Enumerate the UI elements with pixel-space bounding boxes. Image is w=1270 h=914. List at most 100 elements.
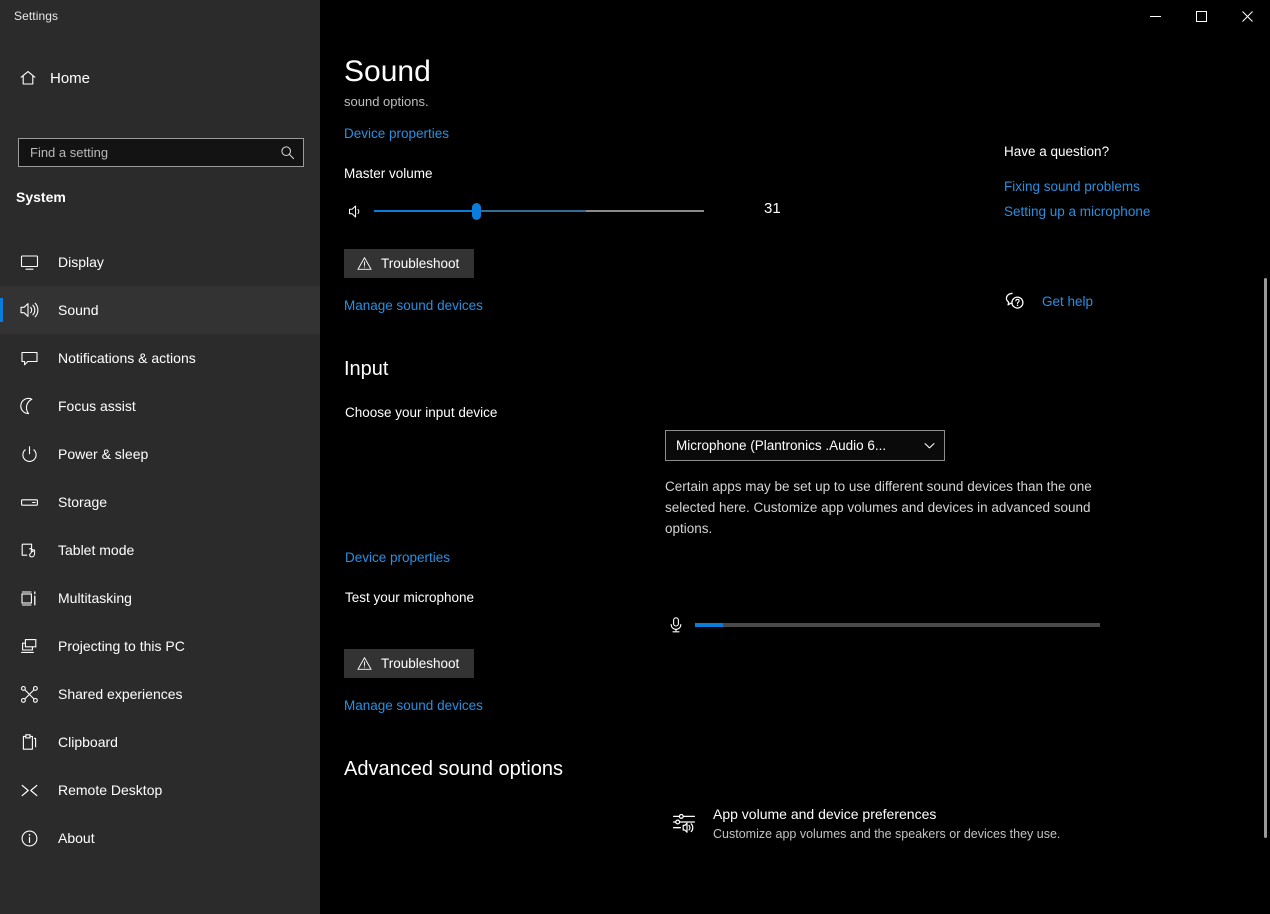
- app-mixer-icon: [669, 807, 699, 837]
- tablet-icon: [16, 538, 42, 562]
- sidebar-item-label: Clipboard: [58, 734, 118, 750]
- main-content: Sound sound options. Device properties M…: [320, 32, 1270, 914]
- sidebar-item-display[interactable]: Display: [0, 238, 320, 286]
- output-troubleshoot-label: Troubleshoot: [381, 256, 460, 271]
- clipboard-icon: [16, 730, 42, 754]
- sidebar-item-home[interactable]: Home: [0, 60, 320, 96]
- app-volume-text-block: App volume and device preferences Custom…: [713, 805, 1060, 843]
- share-icon: [16, 682, 42, 706]
- sidebar-item-label: Storage: [58, 494, 108, 510]
- home-icon: [18, 68, 38, 88]
- slider-thumb[interactable]: [472, 203, 481, 220]
- input-devices-note: Certain apps may be set up to use differ…: [665, 479, 1092, 536]
- scrollbar-thumb[interactable]: [1264, 278, 1267, 838]
- search-input[interactable]: [19, 139, 274, 166]
- minimize-button[interactable]: [1132, 0, 1178, 32]
- speaker-icon[interactable]: [344, 199, 368, 223]
- sidebar-item-label: Notifications & actions: [58, 350, 196, 366]
- sidebar-item-label: Remote Desktop: [58, 782, 163, 798]
- help-link-fixing-sound-problems[interactable]: Fixing sound problems: [1004, 174, 1244, 199]
- notification-icon: [16, 346, 42, 370]
- speaker-icon: [16, 298, 42, 322]
- microphone-level-meter: [695, 623, 1100, 627]
- master-volume-slider[interactable]: [374, 199, 704, 223]
- chevron-down-icon: [914, 431, 944, 460]
- project-icon: [16, 634, 42, 658]
- help-link-setting-up-a-microphone[interactable]: Setting up a microphone: [1004, 199, 1244, 224]
- sidebar-item-label: Focus assist: [58, 398, 136, 414]
- input-troubleshoot-label: Troubleshoot: [381, 656, 460, 671]
- selection-accent-bar: [0, 298, 3, 322]
- sidebar-item-sound[interactable]: Sound: [0, 286, 320, 334]
- page-subtitle: sound options.: [344, 94, 429, 109]
- output-device-properties-link[interactable]: Device properties: [344, 126, 449, 141]
- warning-icon: [356, 656, 372, 672]
- help-panel: Have a question? Fixing sound problems S…: [1004, 144, 1244, 312]
- master-volume-slider-row: 31: [344, 197, 781, 225]
- info-icon: [16, 826, 42, 850]
- master-volume-value: 31: [764, 200, 781, 217]
- app-volume-description: Customize app volumes and the speakers o…: [713, 827, 1061, 841]
- sidebar-item-multitasking[interactable]: Multitasking: [0, 574, 320, 622]
- drive-icon: [16, 490, 42, 514]
- app-title: Settings: [14, 9, 59, 23]
- input-device-select[interactable]: Microphone (Plantronics .Audio 6...: [665, 430, 945, 461]
- sidebar-item-tablet-mode[interactable]: Tablet mode: [0, 526, 320, 574]
- sidebar-item-about[interactable]: About: [0, 814, 320, 862]
- input-device-properties-link[interactable]: Device properties: [345, 550, 450, 565]
- sidebar: Home System Display: [0, 32, 320, 914]
- help-bubble-icon: [1004, 290, 1026, 312]
- sidebar-nav-list: Display Sound Notifications & actions Fo…: [0, 238, 320, 862]
- close-button[interactable]: [1224, 0, 1270, 32]
- master-volume-label: Master volume: [344, 166, 433, 181]
- microphone-level-row: [665, 612, 1100, 638]
- sidebar-item-label: Display: [58, 254, 104, 270]
- sidebar-home-label: Home: [50, 69, 91, 87]
- content-scrollbar[interactable]: [1258, 32, 1270, 914]
- multitasking-icon: [16, 586, 42, 610]
- app-volume-title: App volume and device preferences: [713, 806, 937, 822]
- get-help-button[interactable]: Get help: [1004, 290, 1244, 312]
- page-header: Sound sound options.: [344, 54, 431, 109]
- sidebar-item-label: Sound: [58, 302, 99, 318]
- sidebar-item-remote-desktop[interactable]: Remote Desktop: [0, 766, 320, 814]
- search-box[interactable]: [18, 138, 304, 167]
- sidebar-item-storage[interactable]: Storage: [0, 478, 320, 526]
- warning-icon: [356, 256, 372, 272]
- sidebar-item-label: Tablet mode: [58, 542, 135, 558]
- sidebar-section-title: System: [16, 189, 66, 205]
- sidebar-item-label: Projecting to this PC: [58, 638, 185, 654]
- choose-input-device-label: Choose your input device: [345, 405, 498, 420]
- sidebar-item-label: Multitasking: [58, 590, 132, 606]
- power-icon: [16, 442, 42, 466]
- input-section-heading: Input: [344, 358, 389, 380]
- input-manage-sound-devices-link[interactable]: Manage sound devices: [344, 698, 483, 713]
- title-bar: Settings: [0, 0, 1270, 32]
- app-volume-device-preferences-item[interactable]: App volume and device preferences Custom…: [665, 801, 1066, 847]
- output-manage-sound-devices-link[interactable]: Manage sound devices: [344, 298, 483, 313]
- sidebar-item-notifications-actions[interactable]: Notifications & actions: [0, 334, 320, 382]
- advanced-section-heading: Advanced sound options: [344, 758, 564, 780]
- search-icon[interactable]: [274, 139, 300, 166]
- sidebar-item-clipboard[interactable]: Clipboard: [0, 718, 320, 766]
- title-bar-right-region: [320, 0, 1270, 32]
- sidebar-item-label: Shared experiences: [58, 686, 183, 702]
- output-troubleshoot-button[interactable]: Troubleshoot: [344, 249, 475, 278]
- test-microphone-label: Test your microphone: [345, 590, 475, 605]
- help-panel-title: Have a question?: [1004, 144, 1110, 159]
- input-troubleshoot-button[interactable]: Troubleshoot: [344, 649, 475, 678]
- maximize-button[interactable]: [1178, 0, 1224, 32]
- remote-desktop-icon: [16, 778, 42, 802]
- input-device-value: Microphone (Plantronics .Audio 6...: [676, 438, 887, 453]
- sidebar-item-projecting-to-this-pc[interactable]: Projecting to this PC: [0, 622, 320, 670]
- slider-fill: [374, 210, 476, 212]
- sidebar-item-focus-assist[interactable]: Focus assist: [0, 382, 320, 430]
- moon-icon: [16, 394, 42, 418]
- monitor-icon: [16, 250, 42, 274]
- sidebar-item-label: About: [58, 830, 95, 846]
- microphone-icon: [665, 614, 687, 636]
- sidebar-item-shared-experiences[interactable]: Shared experiences: [0, 670, 320, 718]
- caption-button-group: [1132, 0, 1270, 32]
- sidebar-item-power-sleep[interactable]: Power & sleep: [0, 430, 320, 478]
- sidebar-item-label: Power & sleep: [58, 446, 149, 462]
